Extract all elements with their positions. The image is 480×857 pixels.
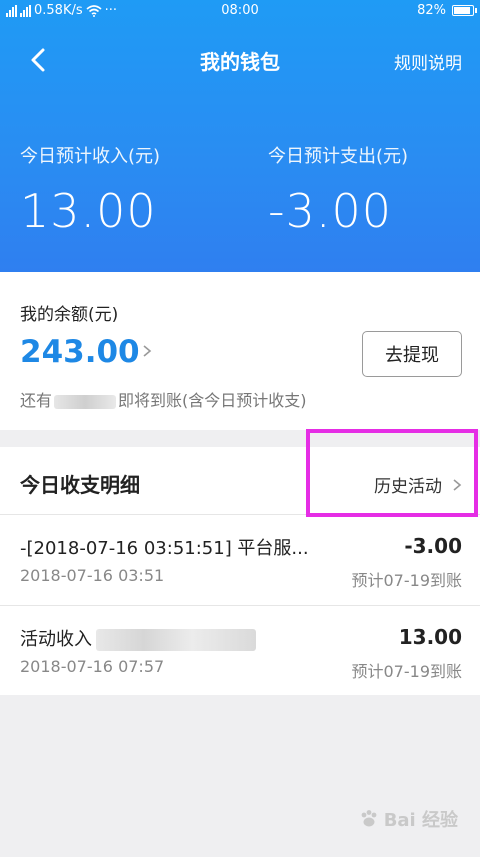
chevron-right-icon	[453, 478, 462, 491]
details-title: 今日收支明细	[20, 473, 140, 497]
pending-suffix: 即将到账(含今日预计收支)	[118, 391, 307, 410]
income-value: 13.00	[20, 184, 157, 238]
transaction-note: 预计07-19到账	[351, 571, 463, 590]
transaction-title-wrap: 活动收入	[20, 625, 256, 651]
transaction-note: 预计07-19到账	[351, 662, 463, 681]
transaction-row[interactable]: -[2018-07-16 03:51:51] 平台服... 2018-07-16…	[0, 515, 480, 605]
pending-note: 还有 即将到账(含今日预计收支)	[20, 387, 307, 411]
blurred-detail	[96, 629, 256, 651]
transaction-time: 2018-07-16 07:57	[20, 657, 165, 676]
rules-link[interactable]: 规则说明	[394, 49, 462, 74]
expense-value: -3.00	[268, 184, 393, 238]
transaction-title: -[2018-07-16 03:51:51] 平台服...	[20, 538, 309, 559]
transaction-row[interactable]: 活动收入 2018-07-16 07:57 13.00 预计07-19到账	[0, 605, 480, 695]
balance-value[interactable]: 243.00	[20, 334, 140, 370]
chevron-right-icon[interactable]	[141, 344, 153, 358]
expense-summary: 今日预计支出(元) -3.00	[268, 142, 408, 238]
wallet-header: 0.58K/s ··· 08:00 82% 我的钱包 规则说明 今日预计收入(元…	[0, 0, 480, 272]
paw-logo	[361, 810, 377, 827]
transaction-amount: 13.00	[398, 625, 462, 649]
history-label: 历史活动	[374, 477, 442, 497]
income-summary: 今日预计收入(元) 13.00	[20, 142, 160, 238]
income-label: 今日预计收入(元)	[20, 146, 161, 167]
watermark-text: Bai 经验	[383, 810, 458, 831]
blurred-amount	[54, 394, 117, 409]
expense-label: 今日预计支出(元)	[268, 146, 409, 167]
status-bar: 0.58K/s ··· 08:00 82%	[0, 0, 480, 24]
watermark: Bai 经验	[358, 806, 458, 832]
history-link[interactable]: 历史活动	[374, 472, 462, 497]
balance-label: 我的余额(元)	[20, 305, 119, 325]
pending-prefix: 还有	[20, 391, 53, 410]
details-header: 今日收支明细 历史活动	[0, 447, 480, 515]
transaction-title: 活动收入	[20, 629, 92, 650]
withdraw-button[interactable]: 去提现	[362, 331, 462, 377]
transaction-time: 2018-07-16 03:51	[20, 566, 165, 585]
balance-card: 我的余额(元) 243.00 去提现 还有 即将到账(含今日预计收支)	[0, 272, 480, 430]
status-right: 82%	[417, 3, 477, 18]
status-time: 08:00	[221, 3, 259, 18]
battery-percent: 82%	[417, 3, 446, 18]
battery-icon	[452, 5, 477, 16]
details-card: 今日收支明细 历史活动 -[2018-07-16 03:51:51] 平台服..…	[0, 447, 480, 695]
transaction-amount: -3.00	[404, 534, 462, 558]
